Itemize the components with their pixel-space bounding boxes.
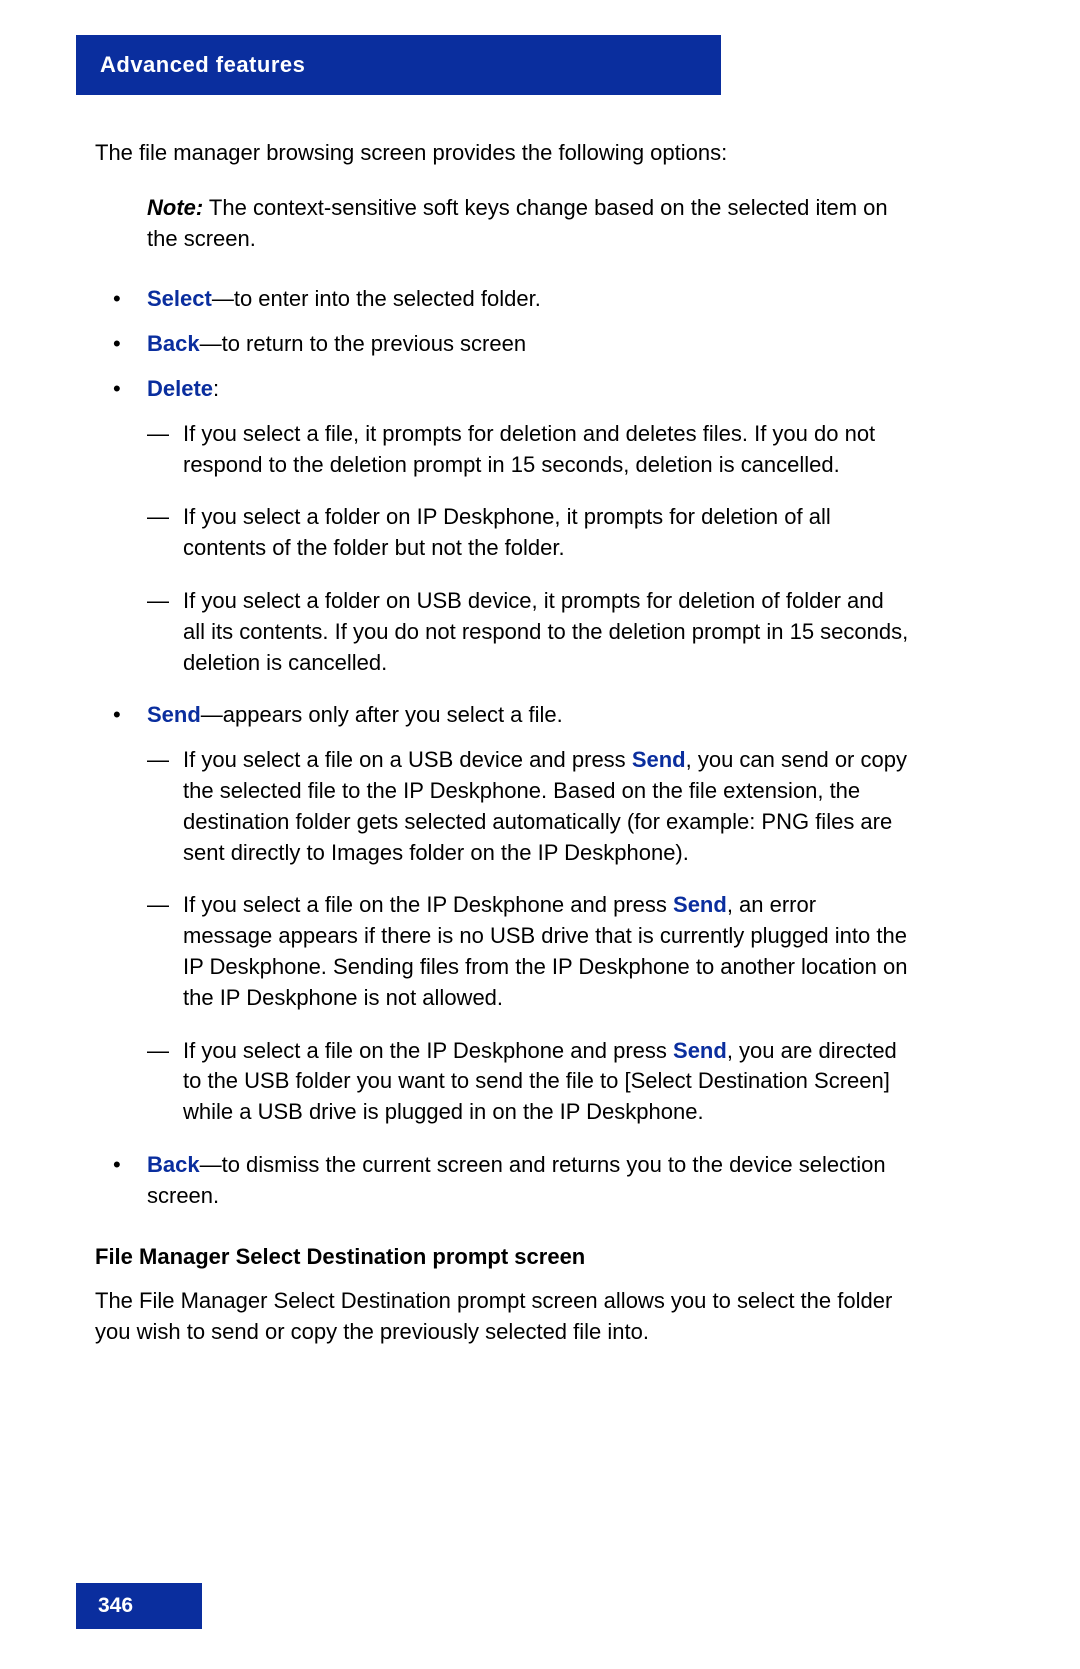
delete-sublist: If you select a file, it prompts for del… — [147, 419, 910, 679]
keyword-select: Select — [147, 286, 212, 311]
keyword-send: Send — [147, 702, 201, 727]
send-sub-text: If you select a file on the IP Deskphone… — [183, 1038, 673, 1063]
header-bar: Advanced features — [76, 35, 721, 95]
section-body: The File Manager Select Destination prom… — [95, 1286, 910, 1348]
keyword-delete: Delete — [147, 376, 213, 401]
intro-text: The file manager browsing screen provide… — [95, 138, 910, 169]
keyword-send-inline: Send — [673, 1038, 727, 1063]
send-subitem: If you select a file on the IP Deskphone… — [147, 890, 910, 1013]
text-delete: : — [213, 376, 219, 401]
text-send: —appears only after you select a file. — [201, 702, 563, 727]
keyword-send-inline: Send — [632, 747, 686, 772]
list-item-back2: Back—to dismiss the current screen and r… — [113, 1150, 910, 1212]
page-content: The file manager browsing screen provide… — [95, 138, 910, 1348]
delete-subitem: If you select a folder on USB device, it… — [147, 586, 910, 678]
header-title: Advanced features — [100, 52, 305, 78]
note-text: The context-sensitive soft keys change b… — [147, 195, 888, 251]
text-back2: —to dismiss the current screen and retur… — [147, 1152, 886, 1208]
text-back: —to return to the previous screen — [200, 331, 527, 356]
section-heading: File Manager Select Destination prompt s… — [95, 1242, 910, 1273]
page-number-bar: 346 — [76, 1583, 202, 1629]
page-number: 346 — [98, 1594, 133, 1618]
send-subitem: If you select a file on the IP Deskphone… — [147, 1036, 910, 1128]
keyword-send-inline: Send — [673, 892, 727, 917]
delete-subitem: If you select a file, it prompts for del… — [147, 419, 910, 481]
note-block: Note: The context-sensitive soft keys ch… — [147, 193, 910, 255]
keyword-back: Back — [147, 1152, 200, 1177]
send-sublist: If you select a file on a USB device and… — [147, 745, 910, 1128]
send-sub-text: If you select a file on the IP Deskphone… — [183, 892, 673, 917]
list-item-delete: Delete: If you select a file, it prompts… — [113, 374, 910, 678]
list-item-back: Back—to return to the previous screen — [113, 329, 910, 360]
list-item-select: Select—to enter into the selected folder… — [113, 284, 910, 315]
keyword-back: Back — [147, 331, 200, 356]
list-item-send: Send—appears only after you select a fil… — [113, 700, 910, 1128]
note-label: Note: — [147, 195, 203, 220]
delete-subitem: If you select a folder on IP Deskphone, … — [147, 502, 910, 564]
text-select: —to enter into the selected folder. — [212, 286, 541, 311]
send-subitem: If you select a file on a USB device and… — [147, 745, 910, 868]
send-sub-text: If you select a file on a USB device and… — [183, 747, 632, 772]
option-list: Select—to enter into the selected folder… — [113, 284, 910, 1211]
